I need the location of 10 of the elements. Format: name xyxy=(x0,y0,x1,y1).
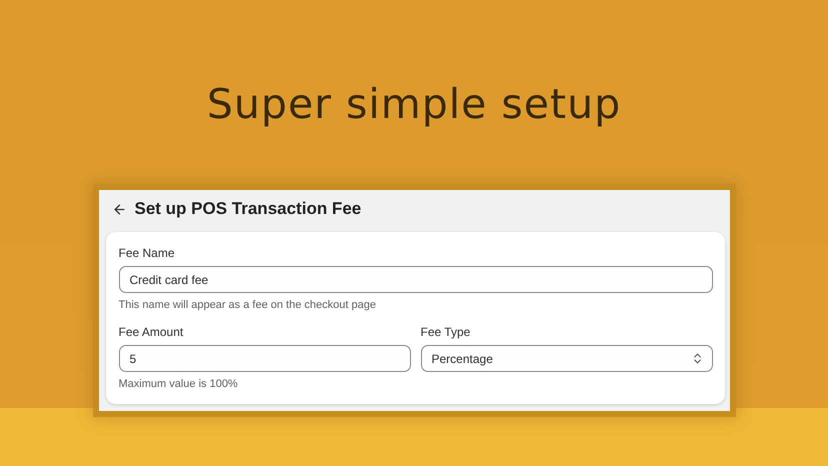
field-label: Fee Type xyxy=(420,325,472,339)
field-label: Fee Amount xyxy=(118,325,184,339)
page-title: Set up POS Transaction Fee xyxy=(134,199,362,219)
input-field[interactable]: Credit card fee xyxy=(118,266,712,293)
select-field[interactable]: Percentage xyxy=(420,345,712,372)
headline: Super simple setup xyxy=(206,79,622,130)
help-text: Maximum value is 100% xyxy=(118,378,239,390)
input-field[interactable]: 5 xyxy=(118,345,410,372)
field-label: Fee Name xyxy=(118,246,176,260)
help-text: This name will appear as a fee on the checkout page xyxy=(118,299,377,311)
